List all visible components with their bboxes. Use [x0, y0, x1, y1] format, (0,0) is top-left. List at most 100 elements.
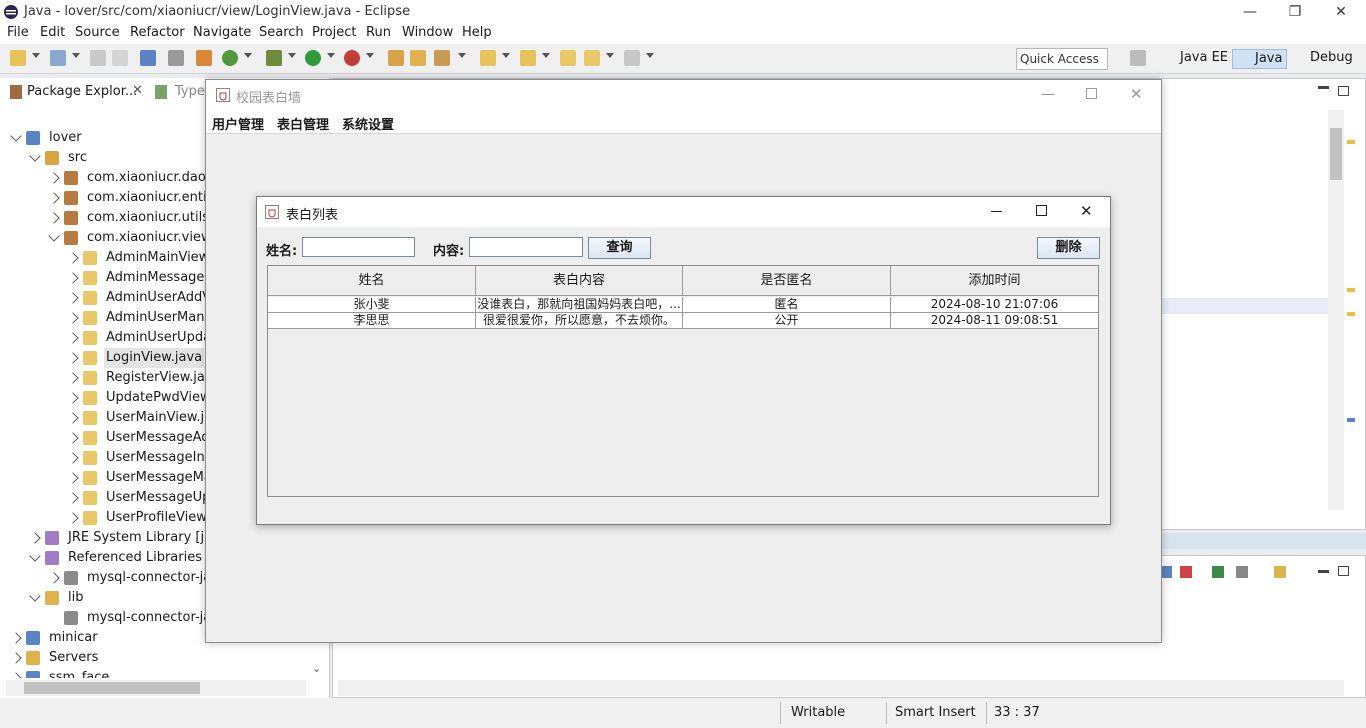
tree-item[interactable]: Referenced Libraries: [0, 548, 205, 568]
console-icon[interactable]: [140, 50, 156, 66]
perspective-debug[interactable]: Debug: [1288, 49, 1357, 69]
minimize-icon[interactable]: —: [1240, 2, 1260, 22]
table-cell[interactable]: 匿名: [683, 297, 891, 313]
chevron-down-icon[interactable]: [29, 550, 41, 562]
chevron-right-icon[interactable]: [48, 192, 60, 204]
horizontal-scrollbar[interactable]: [6, 680, 306, 696]
maximize-icon[interactable]: [1086, 88, 1097, 99]
perspective-java[interactable]: Java: [1232, 49, 1288, 69]
chevron-right-icon[interactable]: [67, 352, 79, 364]
new-icon[interactable]: [10, 50, 26, 66]
minimize-view-icon[interactable]: [1318, 86, 1329, 89]
close-tab-icon[interactable]: ✕: [132, 83, 143, 98]
column-header-name[interactable]: 姓名: [268, 266, 476, 296]
dropdown-arrow-icon[interactable]: [646, 53, 654, 58]
open-project-icon[interactable]: [410, 50, 426, 66]
tree-item[interactable]: minicar: [0, 628, 205, 648]
menu-search[interactable]: Search: [259, 25, 304, 40]
tree-item[interactable]: AdminUserManag: [0, 308, 205, 328]
tree-item[interactable]: UserMessageInd: [0, 448, 205, 468]
skip-breakpoints-icon[interactable]: [168, 50, 184, 66]
maximize-view-icon[interactable]: [1338, 86, 1349, 96]
table-cell[interactable]: 很爱很爱你，所以愿意，不去烦你。: [476, 313, 683, 329]
table-cell[interactable]: 公开: [683, 313, 891, 329]
query-button[interactable]: 查询: [588, 237, 651, 259]
back-icon[interactable]: [584, 50, 600, 66]
close-icon[interactable]: ✕: [1331, 2, 1351, 22]
chevron-right-icon[interactable]: [29, 532, 41, 544]
open-console-icon[interactable]: [1274, 566, 1286, 578]
tree-item[interactable]: AdminUserUpdat: [0, 328, 205, 348]
chevron-right-icon[interactable]: [67, 432, 79, 444]
chevron-down-icon[interactable]: [29, 150, 41, 162]
close-icon[interactable]: ✕: [1130, 85, 1143, 103]
dropdown-arrow-icon[interactable]: [32, 53, 40, 58]
tree-item[interactable]: com.xiaoniucr.view: [0, 228, 205, 248]
tree-item[interactable]: UserMessageAdd: [0, 428, 205, 448]
tree-item[interactable]: UserMessageMa: [0, 468, 205, 488]
save-icon[interactable]: [90, 50, 106, 66]
tree-item[interactable]: com.xiaoniucr.utils: [0, 208, 205, 228]
chevron-right-icon[interactable]: [67, 512, 79, 524]
tree-item[interactable]: UserProfileView.ja: [0, 508, 205, 528]
menu-refactor[interactable]: Refactor: [130, 25, 185, 40]
last-edit-icon[interactable]: [560, 50, 576, 66]
chevron-right-icon[interactable]: [67, 392, 79, 404]
new-package-icon[interactable]: [50, 50, 66, 66]
scrollbar-thumb[interactable]: [24, 682, 200, 694]
next-annotation-icon[interactable]: [480, 50, 496, 66]
open-perspective-icon[interactable]: [1130, 50, 1146, 66]
chevron-right-icon[interactable]: [67, 332, 79, 344]
content-input[interactable]: [469, 237, 583, 257]
table-cell[interactable]: 没谁表白，那就向祖国妈妈表白吧，...: [476, 297, 683, 313]
run-icon[interactable]: [305, 50, 321, 66]
menu-file[interactable]: File: [7, 25, 29, 40]
chevron-right-icon[interactable]: [48, 212, 60, 224]
column-header-anonymous[interactable]: 是否匿名: [683, 266, 891, 296]
prev-annotation-icon[interactable]: [520, 50, 536, 66]
menu-edit[interactable]: Edit: [40, 25, 65, 40]
tree-item[interactable]: AdminMessageM: [0, 268, 205, 288]
forward-icon[interactable]: [624, 50, 640, 66]
minimize-icon[interactable]: [1042, 94, 1054, 95]
tree-item[interactable]: src: [0, 148, 205, 168]
quick-access-input[interactable]: Quick Access: [1016, 48, 1108, 70]
tree-item[interactable]: lover: [0, 128, 205, 148]
tree-item[interactable]: ssm_face: [0, 668, 205, 678]
minimize-view-icon[interactable]: [1318, 570, 1329, 573]
tree-item[interactable]: mysql-connector-jav: [0, 608, 205, 628]
table-cell[interactable]: 2024-08-10 21:07:06: [891, 297, 1098, 313]
menu-user-management[interactable]: 用户管理: [212, 114, 264, 133]
editor-vertical-scrollbar[interactable]: [1328, 110, 1344, 510]
chevron-down-icon[interactable]: [48, 230, 60, 242]
pin-console-icon[interactable]: [1212, 566, 1224, 578]
chevron-right-icon[interactable]: [10, 672, 22, 678]
chevron-right-icon[interactable]: [48, 172, 60, 184]
refresh-icon[interactable]: [222, 50, 238, 66]
menu-source[interactable]: Source: [75, 25, 120, 40]
column-header-time[interactable]: 添加时间: [891, 266, 1098, 296]
tree-item[interactable]: AdminUserAddVi: [0, 288, 205, 308]
package-explorer-tab[interactable]: Package Explor... ✕ Type: [0, 78, 206, 106]
tree-item[interactable]: UpdatePwdView.j: [0, 388, 205, 408]
chevron-right-icon[interactable]: [67, 452, 79, 464]
search-tool-icon[interactable]: [434, 50, 450, 66]
column-header-content[interactable]: 表白内容: [476, 266, 683, 296]
menu-system-settings[interactable]: 系统设置: [342, 114, 394, 133]
lower-horizontal-scrollbar[interactable]: [338, 680, 1344, 696]
tree-item[interactable]: com.xiaoniucr.entity: [0, 188, 205, 208]
chevron-right-icon[interactable]: [67, 252, 79, 264]
chevron-right-icon[interactable]: [67, 292, 79, 304]
menu-message-management[interactable]: 表白管理: [277, 114, 329, 133]
chevron-right-icon[interactable]: [67, 492, 79, 504]
restore-icon[interactable]: ❐: [1285, 2, 1305, 22]
menu-help[interactable]: Help: [462, 25, 492, 40]
save-all-icon[interactable]: [112, 50, 128, 66]
perspective-java-ee[interactable]: Java EE: [1158, 49, 1232, 69]
maximize-view-icon[interactable]: [1338, 566, 1349, 576]
dropdown-arrow-icon[interactable]: [502, 53, 510, 58]
type-hierarchy-tab[interactable]: Type: [175, 84, 205, 99]
dropdown-arrow-icon[interactable]: [327, 53, 335, 58]
table-cell[interactable]: 2024-08-11 09:08:51: [891, 313, 1098, 329]
chevron-right-icon[interactable]: [48, 572, 60, 584]
